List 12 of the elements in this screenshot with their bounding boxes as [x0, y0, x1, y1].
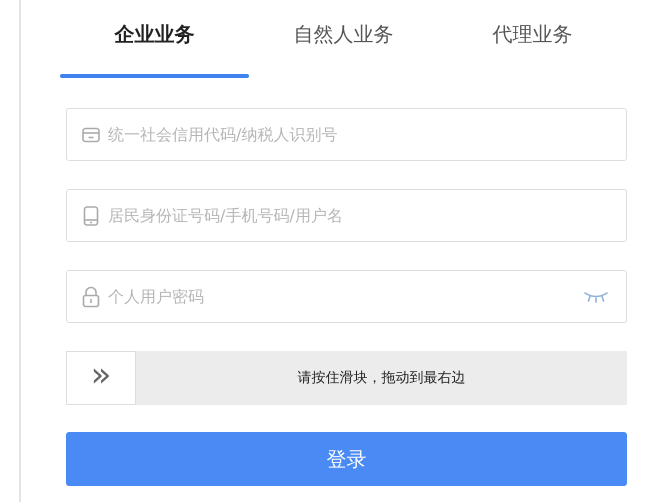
lock-icon: [82, 286, 100, 308]
card-icon: [82, 126, 100, 142]
eye-closed-icon[interactable]: [583, 291, 609, 303]
input-field[interactable]: 居民身份证号码/手机号码/用户名: [66, 189, 627, 242]
password-field[interactable]: 个人用户密码: [66, 270, 627, 323]
input-field[interactable]: 统一社会信用代码/纳税人识别号: [66, 108, 627, 161]
slider-handle[interactable]: »: [66, 351, 136, 405]
tab[interactable]: 自然人业务: [249, 0, 438, 80]
tab[interactable]: 企业业务: [60, 0, 249, 80]
tab[interactable]: 代理业务: [438, 0, 627, 80]
phone-icon: [83, 206, 99, 226]
slider-hint: 请按住滑块，拖动到最右边: [298, 369, 466, 387]
